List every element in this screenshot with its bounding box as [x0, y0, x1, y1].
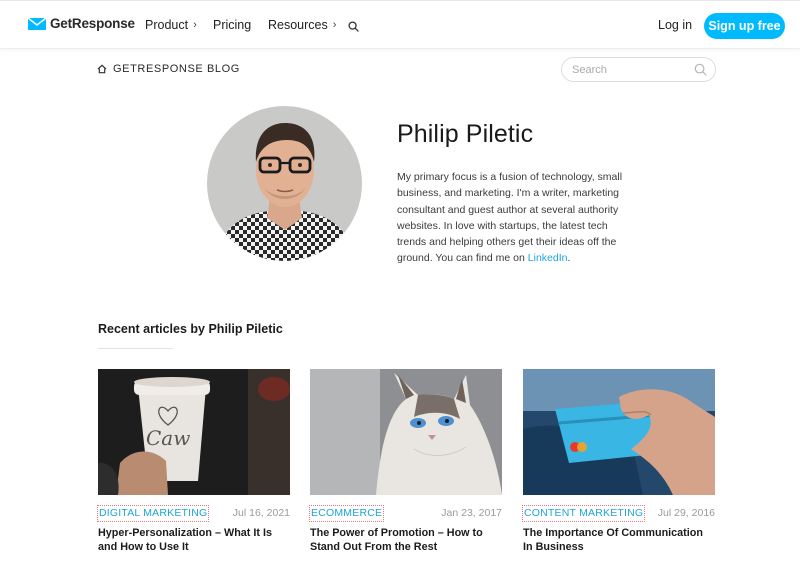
author-name: Philip Piletic: [397, 120, 534, 148]
nav-resources[interactable]: Resources ›: [268, 18, 336, 32]
article-date: Jul 29, 2016: [657, 507, 715, 519]
article-category-link[interactable]: CONTENT MARKETING: [522, 505, 646, 522]
article-title-link[interactable]: Hyper-Personalization – What It Is and H…: [98, 526, 290, 554]
article-meta: DIGITAL MARKETING Jul 16, 2021: [97, 505, 290, 523]
nav-product[interactable]: Product ›: [145, 18, 197, 32]
author-bio-text: My primary focus is a fusion of technolo…: [397, 171, 623, 265]
heading-divider: [98, 348, 173, 349]
blog-label: GETRESPONSE BLOG: [113, 63, 240, 75]
search-icon[interactable]: [348, 19, 359, 37]
article-date: Jan 23, 2017: [441, 507, 502, 519]
blog-home-link[interactable]: GETRESPONSE BLOG: [97, 63, 240, 75]
nav-product-label: Product: [145, 18, 189, 32]
article-card: ECOMMERCE Jan 23, 2017 The Power of Prom…: [309, 369, 502, 554]
top-navigation: GetResponse Product › Pricing Resources …: [0, 0, 800, 49]
getresponse-logo[interactable]: GetResponse: [28, 16, 135, 31]
recent-articles-heading: Recent articles by Philip Piletic: [98, 322, 283, 336]
author-avatar: [207, 106, 362, 261]
chevron-right-icon: ›: [332, 19, 337, 31]
login-link[interactable]: Log in: [658, 18, 692, 32]
blog-search-box: [561, 57, 716, 82]
article-date: Jul 16, 2021: [232, 507, 290, 519]
article-title-link[interactable]: The Importance Of Communication In Busin…: [523, 526, 715, 554]
linkedin-link[interactable]: LinkedIn: [528, 252, 568, 264]
nav-resources-label: Resources: [268, 18, 328, 32]
article-meta: CONTENT MARKETING Jul 29, 2016: [522, 505, 715, 523]
blog-search-input[interactable]: [572, 62, 692, 78]
article-image-cat[interactable]: [310, 369, 502, 495]
svg-text:Caw: Caw: [146, 426, 190, 450]
article-card: Caw DIGITAL MARKETING Jul 16, 2021 Hyper…: [97, 369, 290, 554]
article-card: CONTENT MARKETING Jul 29, 2016 The Impor…: [522, 369, 715, 554]
signup-button[interactable]: Sign up free: [704, 13, 785, 39]
nav-pricing[interactable]: Pricing: [213, 18, 251, 32]
article-meta: ECOMMERCE Jan 23, 2017: [309, 505, 502, 523]
envelope-logo-icon: [28, 16, 46, 30]
article-category-link[interactable]: DIGITAL MARKETING: [97, 505, 210, 522]
chevron-right-icon: ›: [193, 19, 197, 31]
author-bio: My primary focus is a fusion of technolo…: [397, 169, 629, 267]
author-bio-end: .: [567, 252, 571, 265]
search-icon[interactable]: [694, 63, 707, 76]
article-title-link[interactable]: The Power of Promotion – How to Stand Ou…: [310, 526, 502, 554]
article-category-link[interactable]: ECOMMERCE: [309, 505, 385, 522]
nav-pricing-label: Pricing: [213, 18, 252, 32]
article-image-coffee-cup[interactable]: Caw: [98, 369, 290, 495]
article-image-credit-card[interactable]: [523, 369, 715, 495]
logo-text: GetResponse: [50, 16, 135, 31]
home-icon: [97, 64, 107, 74]
